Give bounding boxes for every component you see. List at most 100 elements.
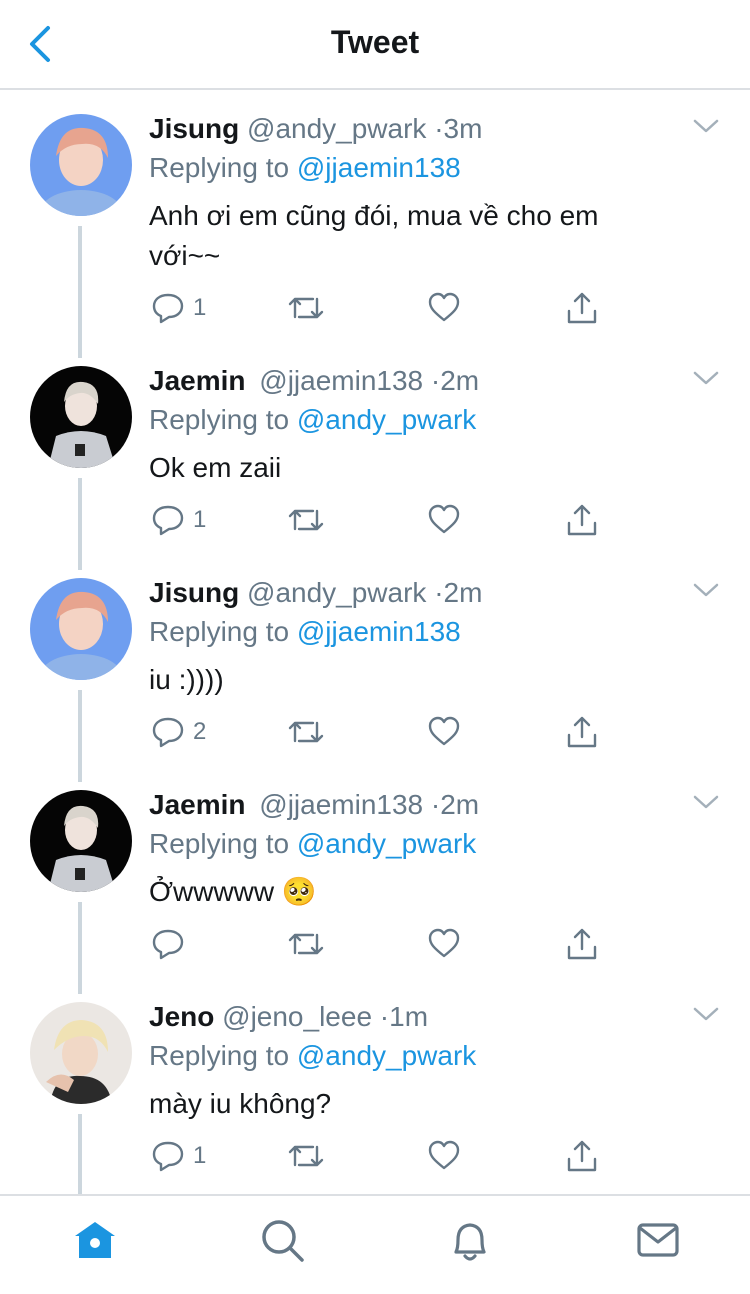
reply-button[interactable]: 1 [151, 500, 206, 540]
share-button[interactable] [565, 1136, 599, 1176]
like-button[interactable] [427, 924, 461, 964]
tweet-time[interactable]: 2m [444, 577, 483, 608]
retweet-icon [288, 1145, 324, 1167]
separator-dot: · [434, 577, 444, 608]
tweet-time[interactable]: 3m [444, 113, 483, 144]
tweet-text-line: với~~ [149, 240, 221, 271]
jisung-avatar [30, 114, 132, 216]
reply-icon [152, 929, 184, 960]
tweet-time[interactable]: 1m [389, 1001, 428, 1032]
tweet-item[interactable]: Jisung @andy_pwark ·3m Replying to @jjae… [0, 92, 750, 352]
mention-link[interactable]: @andy_pwark [297, 1040, 476, 1071]
tweet-menu-button[interactable] [692, 116, 720, 136]
retweet-button[interactable] [287, 1136, 325, 1176]
tweet-header: Jaemin @jjaemin138 ·2m [149, 788, 479, 822]
tweet-item[interactable]: Jeno @jeno_leee ·1m Replying to @andy_pw… [0, 980, 750, 1194]
tab-messages[interactable] [634, 1216, 682, 1264]
share-icon [567, 716, 597, 748]
user-handle[interactable]: @jeno_leee [222, 1001, 372, 1032]
replying-to-label: Replying to [149, 404, 290, 435]
like-button[interactable] [427, 712, 461, 752]
retweet-button[interactable] [287, 288, 325, 328]
retweet-icon [288, 297, 324, 319]
mention-link[interactable]: @andy_pwark [297, 828, 476, 859]
tweet-actions [149, 924, 619, 964]
heart-icon [428, 928, 460, 958]
retweet-button[interactable] [287, 712, 325, 752]
tweet-menu-button[interactable] [692, 792, 720, 812]
user-handle[interactable]: @jjaemin138 [259, 789, 423, 820]
tweet-text-line: Ởwwwww 🥺 [149, 876, 317, 907]
share-icon [567, 504, 597, 536]
share-button[interactable] [565, 500, 599, 540]
reply-button[interactable]: 2 [151, 712, 206, 752]
user-handle[interactable]: @andy_pwark [247, 577, 426, 608]
tweet-header: Jisung @andy_pwark ·2m [149, 576, 482, 610]
share-button[interactable] [565, 712, 599, 752]
bell-icon [454, 1223, 486, 1261]
tab-notifications[interactable] [446, 1216, 494, 1264]
replying-to: Replying to @andy_pwark [149, 1039, 476, 1073]
tweet-menu-button[interactable] [692, 580, 720, 600]
like-button[interactable] [427, 1136, 461, 1176]
reply-button[interactable]: 1 [151, 1136, 206, 1176]
avatar[interactable] [30, 114, 132, 216]
replying-to: Replying to @andy_pwark [149, 827, 476, 861]
avatar[interactable] [30, 578, 132, 680]
reply-button[interactable] [151, 924, 193, 964]
heart-icon [428, 292, 460, 322]
tweet-text: mày iu không? [149, 1084, 709, 1124]
tweet-header: Jeno @jeno_leee ·1m [149, 1000, 428, 1034]
reply-count: 1 [193, 294, 207, 321]
tweet-time[interactable]: 2m [440, 365, 479, 396]
replying-to-label: Replying to [149, 152, 290, 183]
display-name[interactable]: Jeno [149, 1001, 214, 1032]
replying-to-label: Replying to [149, 828, 290, 859]
jaemin-avatar [30, 790, 132, 892]
mention-link[interactable]: @andy_pwark [297, 404, 476, 435]
chevron-down-icon [693, 583, 719, 597]
mention-link[interactable]: @jjaemin138 [297, 152, 461, 183]
tweet-menu-button[interactable] [692, 1004, 720, 1024]
tweet-feed[interactable]: Jisung @andy_pwark · 3m Replying to @jjae… [0, 92, 750, 1194]
user-handle[interactable]: @jjaemin138 [259, 365, 423, 396]
tab-search[interactable] [258, 1216, 306, 1264]
tweet-time[interactable]: 2m [440, 789, 479, 820]
page-title: Tweet [330, 24, 420, 60]
display-name[interactable]: Jaemin [149, 365, 246, 396]
separator-dot: · [379, 1001, 390, 1032]
avatar[interactable] [30, 366, 132, 468]
retweet-button[interactable] [287, 924, 325, 964]
chevron-down-icon [693, 795, 719, 809]
tweet-thread-screen: Tweet Jisung @andy_pwark · 3m Replying to… [0, 0, 750, 1294]
tweet-menu-button[interactable] [692, 368, 720, 388]
tweet-actions: 1 [149, 1136, 619, 1176]
user-handle[interactable]: @andy_pwark [247, 113, 426, 144]
tweet-item[interactable]: Jisung @andy_pwark ·2m Replying to @jjae… [0, 556, 750, 768]
share-icon [567, 928, 597, 960]
avatar[interactable] [30, 790, 132, 892]
display-name[interactable]: Jisung [149, 113, 239, 144]
mention-link[interactable]: @jjaemin138 [297, 616, 461, 647]
tweet-text: Ok em zaii [149, 448, 709, 488]
tweet-item[interactable]: Jaemin @jjaemin138 ·2m Replying to @andy… [0, 768, 750, 980]
tweet-item[interactable]: Jaemin @jjaemin138 ·2m Replying to @andy… [0, 344, 750, 556]
display-name[interactable]: Jaemin [149, 789, 246, 820]
tweet-text-line: iu :)))) [149, 664, 224, 695]
share-button[interactable] [565, 924, 599, 964]
retweet-button[interactable] [287, 500, 325, 540]
share-button[interactable] [565, 288, 599, 328]
separator-dot: · [430, 789, 441, 820]
tab-home[interactable] [71, 1216, 119, 1264]
reply-count: 1 [193, 506, 207, 533]
like-button[interactable] [427, 500, 461, 540]
avatar[interactable] [30, 1002, 132, 1104]
tweet-text: iu :)))) [149, 660, 709, 700]
home-icon [75, 1222, 115, 1258]
reply-button[interactable]: 1 [151, 288, 206, 328]
display-name[interactable]: Jisung [149, 577, 239, 608]
like-button[interactable] [427, 288, 461, 328]
heart-icon [428, 716, 460, 746]
tweet-text: Ởwwwww 🥺 [149, 872, 709, 912]
tweet-header: Jaemin @jjaemin138 ·2m [149, 364, 479, 398]
